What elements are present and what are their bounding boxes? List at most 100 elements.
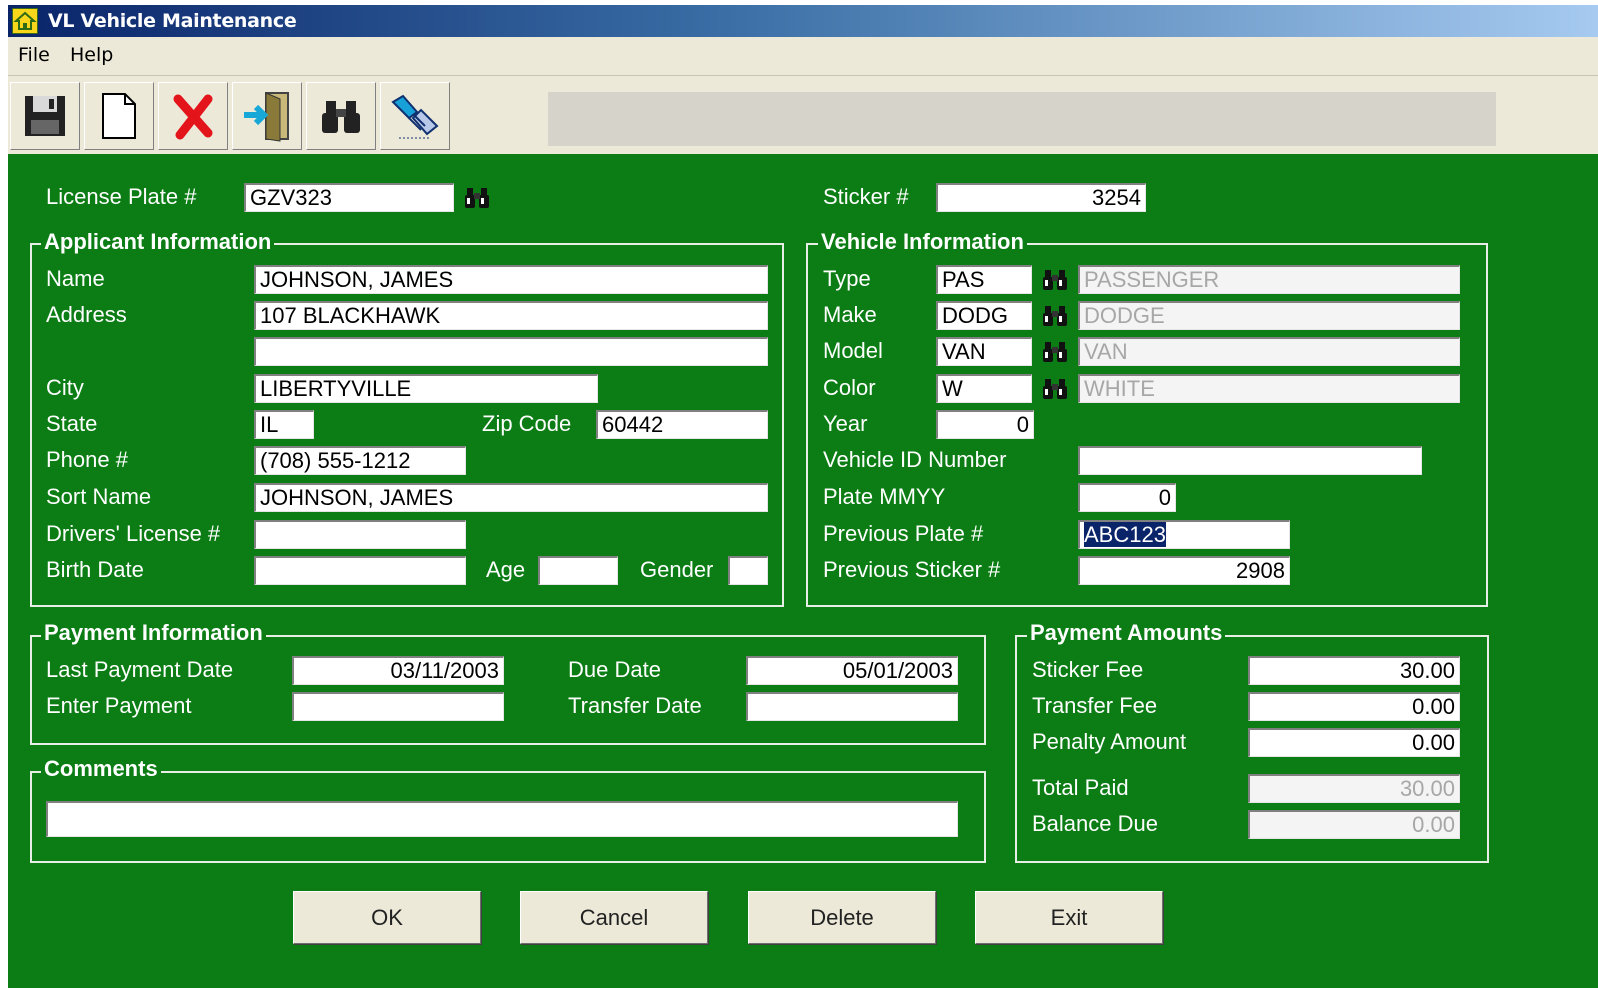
exit-toolbar-button[interactable] <box>232 82 302 150</box>
city-field[interactable]: LIBERTYVILLE <box>254 374 598 403</box>
delete-toolbar-button[interactable] <box>158 82 228 150</box>
gender-field[interactable] <box>728 556 768 585</box>
sticker-fee-field[interactable]: 30.00 <box>1248 656 1460 685</box>
new-document-icon <box>102 93 136 139</box>
previous-plate-field[interactable]: ABC123 <box>1078 520 1290 549</box>
payment-amounts-legend: Payment Amounts <box>1027 620 1226 646</box>
find-button[interactable] <box>306 82 376 150</box>
sticker-fee-label: Sticker Fee <box>1032 657 1144 682</box>
new-button[interactable] <box>84 82 154 150</box>
vin-label: Vehicle ID Number <box>823 447 1007 472</box>
drivers-license-field[interactable] <box>254 520 466 549</box>
handshake-icon <box>391 94 439 139</box>
vehicle-group <box>806 243 1488 607</box>
title-bar[interactable]: VL Vehicle Maintenance <box>8 5 1598 37</box>
address-line2-field[interactable] <box>254 337 768 366</box>
binoculars-icon <box>322 101 360 133</box>
address-line1-field[interactable]: 107 BLACKHAWK <box>254 301 768 330</box>
name-label: Name <box>46 266 105 291</box>
birth-date-field[interactable] <box>254 556 466 585</box>
ok-button[interactable]: OK <box>293 891 481 944</box>
previous-plate-selected-text: ABC123 <box>1084 522 1166 547</box>
zip-code-field[interactable]: 60442 <box>596 410 768 439</box>
balance-due-field: 0.00 <box>1248 810 1460 839</box>
menu-help[interactable]: Help <box>70 44 113 66</box>
previous-sticker-label: Previous Sticker # <box>823 557 1001 582</box>
name-field[interactable]: JOHNSON, JAMES <box>254 265 768 294</box>
transfer-date-field[interactable] <box>746 692 958 721</box>
handshake-button[interactable] <box>380 82 450 150</box>
type-code-field[interactable]: PAS <box>936 265 1032 294</box>
previous-sticker-field[interactable]: 2908 <box>1078 556 1290 585</box>
birth-date-label: Birth Date <box>46 557 144 582</box>
payment-group <box>30 635 986 745</box>
penalty-amount-label: Penalty Amount <box>1032 729 1187 754</box>
state-label: State <box>46 411 98 436</box>
sticker-field[interactable]: 3254 <box>936 183 1146 212</box>
make-lookup-icon[interactable] <box>1042 305 1068 327</box>
enter-payment-field[interactable] <box>292 692 504 721</box>
transfer-fee-field[interactable]: 0.00 <box>1248 692 1460 721</box>
model-code-field[interactable]: VAN <box>936 337 1032 366</box>
last-payment-date-label: Last Payment Date <box>46 657 234 682</box>
license-plate-field[interactable]: GZV323 <box>244 183 454 212</box>
type-lookup-icon[interactable] <box>1042 269 1068 291</box>
menu-bar: File Help <box>8 37 1598 76</box>
license-plate-label: License Plate # <box>46 184 197 209</box>
age-field[interactable] <box>538 556 618 585</box>
make-code-field[interactable]: DODG <box>936 301 1032 330</box>
due-date-field[interactable]: 05/01/2003 <box>746 656 958 685</box>
vehicle-legend: Vehicle Information <box>818 229 1027 255</box>
type-description-field: PASSENGER <box>1078 265 1460 294</box>
color-code-field[interactable]: W <box>936 374 1032 403</box>
penalty-amount-field[interactable]: 0.00 <box>1248 728 1460 757</box>
phone-label: Phone # <box>46 447 128 472</box>
sort-name-field[interactable]: JOHNSON, JAMES <box>254 483 768 512</box>
plate-mmyy-label: Plate MMYY <box>823 484 946 509</box>
city-label: City <box>46 375 84 400</box>
color-lookup-icon[interactable] <box>1042 378 1068 400</box>
year-field[interactable]: 0 <box>936 410 1034 439</box>
menu-file[interactable]: File <box>18 44 50 66</box>
balance-due-label: Balance Due <box>1032 811 1158 836</box>
status-panel <box>548 92 1496 146</box>
delete-button[interactable]: Delete <box>748 891 936 944</box>
previous-plate-label: Previous Plate # <box>823 521 984 546</box>
state-field[interactable]: IL <box>254 410 314 439</box>
vin-field[interactable] <box>1078 446 1422 475</box>
make-label: Make <box>823 302 877 327</box>
age-label: Age <box>486 557 526 582</box>
plate-mmyy-field[interactable]: 0 <box>1078 483 1176 512</box>
comments-legend: Comments <box>41 756 161 782</box>
zip-code-label: Zip Code <box>482 411 572 436</box>
gender-label: Gender <box>640 557 714 582</box>
delete-icon <box>173 94 213 140</box>
total-paid-field: 30.00 <box>1248 774 1460 803</box>
window-title: VL Vehicle Maintenance <box>48 10 297 32</box>
type-label: Type <box>823 266 871 291</box>
cancel-button[interactable]: Cancel <box>520 891 708 944</box>
license-plate-lookup-icon[interactable] <box>464 187 490 209</box>
last-payment-date-field[interactable]: 03/11/2003 <box>292 656 504 685</box>
model-description-field: VAN <box>1078 337 1460 366</box>
app-house-icon <box>12 8 38 34</box>
payment-legend: Payment Information <box>41 620 266 646</box>
color-label: Color <box>823 375 876 400</box>
transfer-date-label: Transfer Date <box>568 693 702 718</box>
due-date-label: Due Date <box>568 657 661 682</box>
enter-payment-label: Enter Payment <box>46 693 192 718</box>
model-label: Model <box>823 338 883 363</box>
total-paid-label: Total Paid <box>1032 775 1129 800</box>
phone-field[interactable]: (708) 555-1212 <box>254 446 466 475</box>
transfer-fee-label: Transfer Fee <box>1032 693 1158 718</box>
exit-button[interactable]: Exit <box>975 891 1163 944</box>
toolbar <box>8 76 1598 154</box>
sticker-label: Sticker # <box>823 184 909 209</box>
exit-door-icon <box>244 92 289 142</box>
save-icon <box>25 96 65 136</box>
model-lookup-icon[interactable] <box>1042 341 1068 363</box>
comments-field[interactable] <box>46 801 958 837</box>
applicant-legend: Applicant Information <box>41 229 275 255</box>
save-button[interactable] <box>10 82 80 150</box>
make-description-field: DODGE <box>1078 301 1460 330</box>
